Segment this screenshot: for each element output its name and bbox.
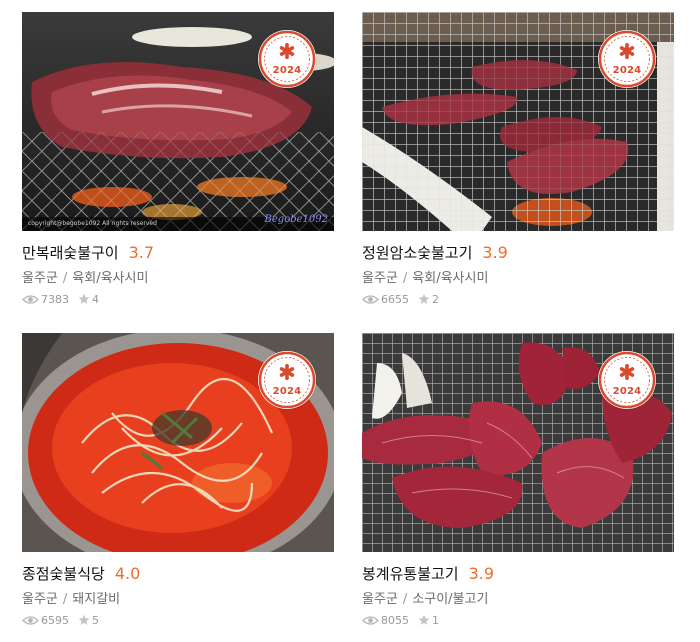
region-label: 울주군	[22, 592, 58, 607]
asterisk-emblem-icon	[598, 351, 656, 409]
asterisk-emblem-icon	[258, 30, 316, 88]
review-count: 2	[432, 292, 439, 306]
photo-signature: Begobe1092	[264, 214, 328, 225]
restaurant-name[interactable]: 정원암소숯불고기	[362, 242, 472, 263]
meta-separator: /	[402, 592, 408, 607]
star-icon	[418, 614, 430, 625]
restaurant-rating: 3.9	[468, 564, 495, 583]
year-badge: 2024	[598, 351, 656, 409]
restaurant-rating: 3.7	[128, 243, 155, 262]
meta-separator: /	[402, 271, 408, 286]
star-icon	[78, 293, 90, 304]
year-badge: 2024	[598, 30, 656, 88]
restaurant-meta: 울주군 / 소구이/불고기	[362, 588, 674, 607]
year-badge: 2024	[258, 30, 316, 88]
restaurant-grid: copyright@begobe1092 All rights reserved…	[0, 0, 700, 642]
restaurant-name[interactable]: 만복래숯불구이	[22, 242, 119, 263]
badge-year: 2024	[272, 65, 302, 76]
review-count: 5	[92, 613, 99, 627]
restaurant-meta: 울주군 / 육회/육사시미	[22, 267, 334, 286]
view-count: 6595	[41, 613, 69, 627]
title-row: 종점숯불식당 4.0	[22, 563, 334, 585]
region-label: 울주군	[362, 592, 398, 607]
star-icon	[78, 614, 90, 625]
view-count: 7383	[41, 292, 69, 306]
year-badge: 2024	[258, 351, 316, 409]
meta-separator: /	[62, 271, 68, 286]
restaurant-rating: 4.0	[114, 564, 141, 583]
view-count: 6655	[381, 292, 409, 306]
eye-icon	[22, 615, 39, 625]
restaurant-photo-link[interactable]: 2024	[362, 12, 674, 231]
restaurant-stats: 8055 1	[362, 612, 674, 628]
restaurant-card[interactable]: 2024 봉계유통불고기 3.9 울주군 / 소구이/불고기 8055 1	[362, 333, 674, 628]
region-label: 울주군	[22, 271, 58, 286]
review-count: 4	[92, 292, 99, 306]
badge-year: 2024	[272, 386, 302, 397]
restaurant-name[interactable]: 봉계유통불고기	[362, 563, 459, 584]
restaurant-stats: 6655 2	[362, 291, 674, 307]
photo-copyright-text: copyright@begobe1092 All rights reserved	[28, 220, 157, 227]
restaurant-stats: 7383 4	[22, 291, 334, 307]
region-label: 울주군	[362, 271, 398, 286]
view-count: 8055	[381, 613, 409, 627]
category-label: 돼지갈비	[72, 592, 121, 607]
restaurant-photo-link[interactable]: 2024	[362, 333, 674, 552]
eye-icon	[22, 294, 39, 304]
restaurant-meta: 울주군 / 육회/육사시미	[362, 267, 674, 286]
restaurant-photo-link[interactable]: 2024	[22, 333, 334, 552]
star-icon	[418, 293, 430, 304]
restaurant-card[interactable]: 2024 정원암소숯불고기 3.9 울주군 / 육회/육사시미 6655 2	[362, 12, 674, 307]
eye-icon	[362, 615, 379, 625]
badge-year: 2024	[612, 65, 642, 76]
title-row: 봉계유통불고기 3.9	[362, 563, 674, 585]
meta-separator: /	[62, 592, 68, 607]
category-label: 소구이/불고기	[412, 592, 489, 607]
restaurant-stats: 6595 5	[22, 612, 334, 628]
category-label: 육회/육사시미	[72, 271, 149, 286]
title-row: 만복래숯불구이 3.7	[22, 242, 334, 264]
restaurant-rating: 3.9	[482, 243, 508, 262]
review-count: 1	[432, 613, 439, 627]
restaurant-meta: 울주군 / 돼지갈비	[22, 588, 334, 607]
restaurant-card[interactable]: 2024 종점숯불식당 4.0 울주군 / 돼지갈비 6595 5	[22, 333, 334, 628]
asterisk-emblem-icon	[258, 351, 316, 409]
restaurant-card[interactable]: copyright@begobe1092 All rights reserved…	[22, 12, 334, 307]
title-row: 정원암소숯불고기 3.9	[362, 242, 674, 264]
category-label: 육회/육사시미	[412, 271, 489, 286]
eye-icon	[362, 294, 379, 304]
restaurant-photo-link[interactable]: copyright@begobe1092 All rights reserved…	[22, 12, 334, 231]
badge-year: 2024	[612, 386, 642, 397]
restaurant-name[interactable]: 종점숯불식당	[22, 563, 105, 584]
asterisk-emblem-icon	[598, 30, 656, 88]
